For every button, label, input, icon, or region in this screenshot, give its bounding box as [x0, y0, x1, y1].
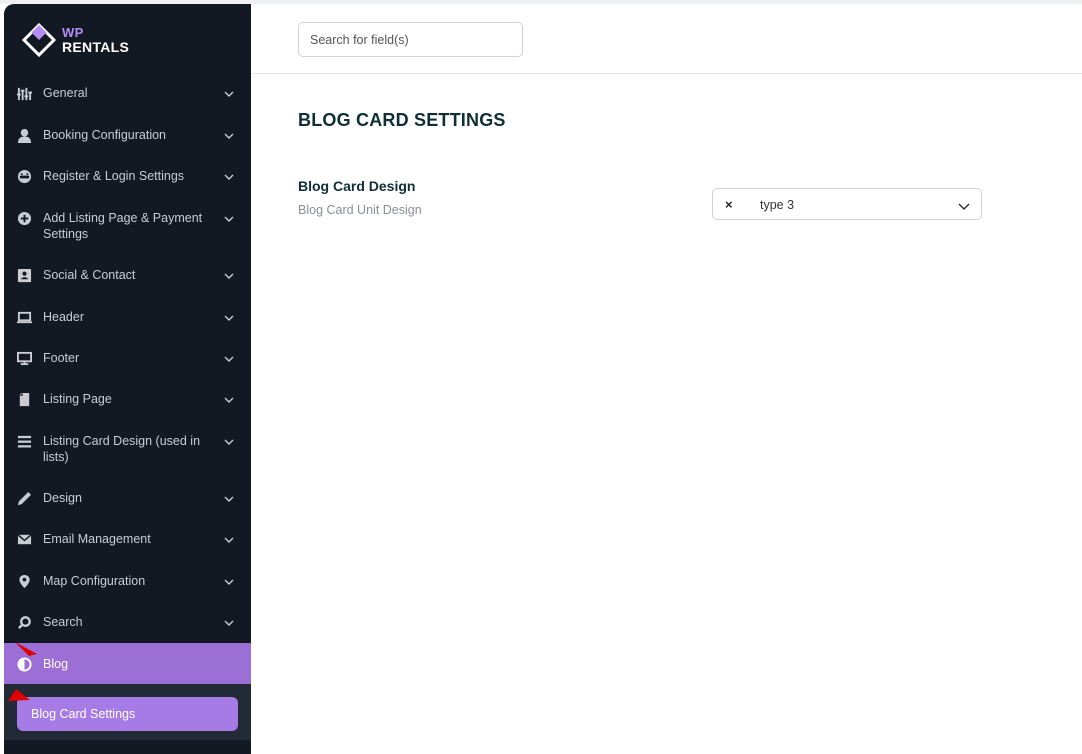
logo[interactable]: WP RENTALS: [22, 20, 129, 60]
sidebar-item-label: Register & Login Settings: [43, 169, 185, 183]
annotation-arrow-icon: [15, 642, 37, 656]
sidebar-item-register-login-settings[interactable]: Register & Login Settings: [4, 155, 251, 197]
settings-page: WP RENTALS General Booking Configuration: [0, 0, 1082, 754]
sidebar-item-map-configuration[interactable]: Map Configuration: [4, 560, 251, 601]
sidebar-subitem-blog-card-settings[interactable]: Blog Card Settings: [17, 697, 238, 731]
chevron-down-icon: [224, 216, 234, 222]
chevron-down-icon: [224, 315, 234, 321]
sidebar-item-label: Header: [43, 310, 84, 324]
sidebar-item-general[interactable]: General: [4, 72, 251, 114]
sidebar-item-label: Design: [43, 491, 82, 505]
sidebar-item-add-listing-page-payment[interactable]: Add Listing Page & Payment Settings: [4, 197, 251, 254]
sidebar-item-email-management[interactable]: Email Management: [4, 518, 251, 560]
monitor-icon: [16, 350, 32, 366]
sidebar: WP RENTALS General Booking Configuration: [4, 4, 251, 754]
half-circle-icon: [16, 656, 32, 672]
sidebar-item-label: Search: [43, 615, 83, 629]
sidebar-submenu-blog: Blog Card Settings: [4, 684, 251, 740]
sidebar-item-label: Add Listing Page & Payment Settings: [43, 211, 203, 241]
logo-text-wp: WP: [62, 25, 84, 40]
search-icon: [16, 614, 32, 630]
envelope-icon: [16, 531, 32, 547]
chevron-down-icon[interactable]: [957, 199, 971, 213]
sidebar-item-booking-configuration[interactable]: Booking Configuration: [4, 114, 251, 155]
sidebar-item-label: Email Management: [43, 532, 151, 546]
sidebar-item-footer[interactable]: Footer: [4, 337, 251, 378]
chevron-down-icon: [224, 133, 234, 139]
sidebar-item-label: Map Configuration: [43, 574, 146, 588]
sidebar-item-design[interactable]: Design: [4, 477, 251, 518]
sidebar-item-label: Social & Contact: [43, 268, 136, 282]
sidebar-item-search[interactable]: Search: [4, 601, 251, 643]
sidebar-item-label: Blog: [43, 657, 69, 671]
sidebar-item-label: Footer: [43, 351, 80, 365]
field-title: Blog Card Design: [298, 178, 416, 194]
list-icon: [16, 433, 32, 449]
sidebar-item-blog[interactable]: Blog: [4, 643, 251, 685]
sidebar-nav: General Booking Configuration Register &…: [4, 72, 251, 685]
user-icon: [16, 127, 32, 143]
sidebar-item-header[interactable]: Header: [4, 296, 251, 337]
clear-selection-icon[interactable]: ×: [725, 197, 733, 213]
chevron-down-icon: [224, 496, 234, 502]
contact-card-icon: [16, 267, 32, 283]
plus-circle-icon: [16, 210, 32, 226]
laptop-icon: [16, 309, 32, 325]
chevron-down-icon: [224, 620, 234, 626]
sidebar-item-listing-card-design[interactable]: Listing Card Design (used in lists): [4, 420, 251, 477]
chevron-down-icon: [224, 174, 234, 180]
top-bar: [251, 4, 1082, 74]
sidebar-item-listing-page[interactable]: Listing Page: [4, 378, 251, 420]
chevron-down-icon: [224, 579, 234, 585]
pen-icon: [16, 490, 32, 506]
chevron-down-icon: [224, 439, 234, 445]
sidebar-item-label: Booking Configuration: [43, 128, 166, 142]
sidebar-item-label: General: [43, 86, 88, 100]
document-icon: [16, 391, 32, 407]
select-value: type 3: [760, 198, 795, 212]
logo-text-rentals: RENTALS: [62, 39, 130, 55]
sidebar-item-label: Listing Card Design (used in lists): [43, 434, 201, 464]
field-description: Blog Card Unit Design: [298, 203, 422, 217]
blog-card-design-select[interactable]: × type 3: [712, 188, 982, 220]
sidebar-item-label: Listing Page: [43, 392, 112, 406]
page-title: BLOG CARD SETTINGS: [298, 110, 506, 130]
annotation-arrow-icon: [8, 689, 30, 701]
logo-diamond-icon: [22, 23, 56, 57]
search-input[interactable]: [298, 22, 523, 57]
chevron-down-icon: [224, 91, 234, 97]
chevron-down-icon: [224, 537, 234, 543]
chevron-down-icon: [224, 356, 234, 362]
chevron-down-icon: [224, 397, 234, 403]
sliders-icon: [16, 85, 32, 101]
sidebar-item-social-contact[interactable]: Social & Contact: [4, 254, 251, 296]
login-icon: [16, 168, 32, 184]
map-pin-icon: [16, 573, 32, 589]
chevron-down-icon: [224, 273, 234, 279]
